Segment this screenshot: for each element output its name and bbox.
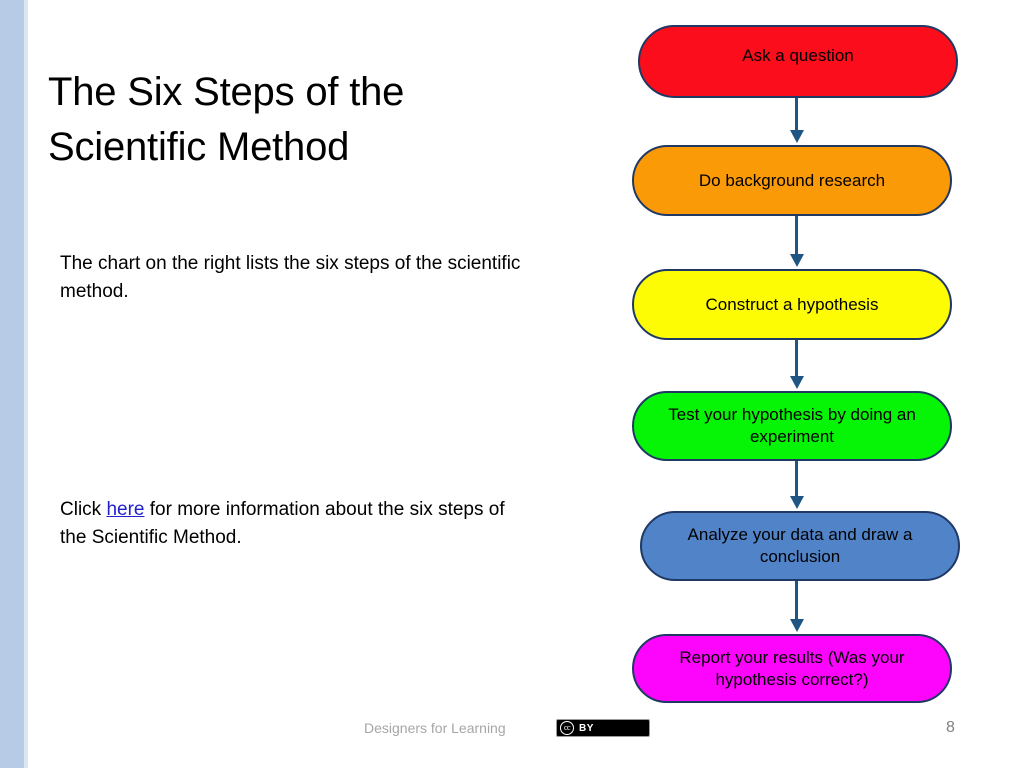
left-accent-band-edge <box>24 0 28 768</box>
creative-commons-icon: cc <box>560 721 574 735</box>
body-paragraph-intro: The chart on the right lists the six ste… <box>60 253 521 302</box>
more-information-link[interactable]: here <box>106 499 144 520</box>
body-paragraph-link: Click here for more information about th… <box>60 496 530 552</box>
arrow-head-icon <box>790 376 804 389</box>
flow-node-label: Construct a hypothesis <box>705 294 879 314</box>
creative-commons-by-badge: cc BY <box>556 719 650 737</box>
flow-arrow-3 <box>790 340 804 391</box>
flow-node-ask-a-question: Ask a question <box>638 25 958 98</box>
flow-arrow-2 <box>790 216 804 269</box>
license-by-label: BY <box>579 722 594 734</box>
arrow-shaft <box>795 340 798 378</box>
flow-node-do-background-research: Do background research <box>632 145 952 216</box>
scientific-method-flowchart: Ask a question Do background research Co… <box>632 0 960 768</box>
flow-node-test-your-hypothesis: Test your hypothesis by doing an experim… <box>632 391 952 461</box>
arrow-shaft <box>795 98 798 132</box>
flow-arrow-4 <box>790 461 804 511</box>
arrow-shaft <box>795 216 798 256</box>
page-number: 8 <box>946 719 955 736</box>
flow-arrow-1 <box>790 98 804 145</box>
page-title: The Six Steps of the Scientific Method <box>48 69 405 169</box>
left-accent-band <box>0 0 24 768</box>
flow-arrow-5 <box>790 581 804 634</box>
arrow-head-icon <box>790 130 804 143</box>
arrow-head-icon <box>790 254 804 267</box>
link-prefix-text: Click <box>60 499 107 520</box>
arrow-shaft <box>795 581 798 621</box>
flow-node-label: Report your results (Was your hypothesis… <box>679 647 905 689</box>
flow-node-label: Ask a question <box>742 45 854 65</box>
flow-node-analyze-your-data: Analyze your data and draw a conclusion <box>640 511 960 581</box>
slide: The Six Steps of the Scientific Method T… <box>0 0 1024 768</box>
flow-node-label: Analyze your data and draw a conclusion <box>687 525 913 566</box>
footer-attribution: Designers for Learning <box>364 720 506 736</box>
flow-node-label: Do background research <box>698 170 886 190</box>
flow-node-construct-a-hypothesis: Construct a hypothesis <box>632 269 952 340</box>
flow-node-label: Test your hypothesis by doing an experim… <box>668 405 916 446</box>
arrow-head-icon <box>790 619 804 632</box>
arrow-head-icon <box>790 496 804 509</box>
arrow-shaft <box>795 461 798 498</box>
flow-node-report-your-results: Report your results (Was your hypothesis… <box>632 634 952 703</box>
